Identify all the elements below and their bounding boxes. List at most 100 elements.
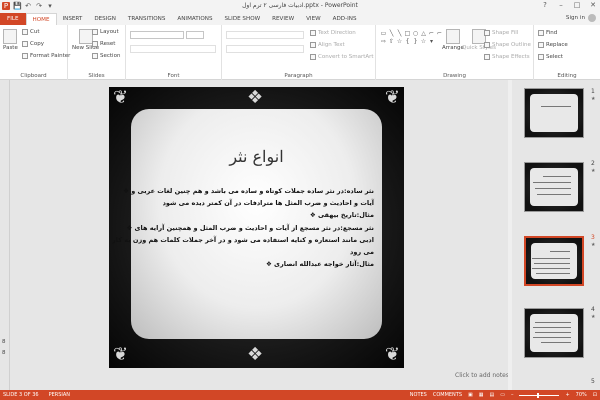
list-buttons-row[interactable] [226,31,304,39]
slide-body[interactable]: نثر ساده:در نثر ساده جملات کوتاه و ساده … [112,185,374,270]
format-painter-button[interactable]: Format Painter [22,53,70,59]
slideshow-view-icon[interactable]: ▭ [500,390,505,400]
sign-in[interactable]: Sign in [566,14,596,22]
line-shape-icon[interactable]: ╲ [396,30,403,37]
minimize-button[interactable]: – [556,1,566,9]
thumbnail-slide-4[interactable] [524,308,584,358]
align-buttons-row[interactable] [226,45,304,53]
arrow-shape-icon[interactable]: ⇨ [380,38,387,45]
brace-shape-icon[interactable]: { [404,38,411,45]
thumbnail-line [550,251,570,252]
brace-shape-icon[interactable]: } [412,38,419,45]
sorter-view-icon[interactable]: ▦ [479,390,484,400]
more-shapes-icon[interactable]: ▾ [428,38,435,45]
cut-icon [22,29,28,35]
cut-button[interactable]: Cut [22,29,39,35]
notes-pane[interactable]: Click to add notes [109,370,509,380]
thumbnail-number: 5 [591,378,595,385]
ruler-mark: 8 [2,339,6,345]
tab-transitions[interactable]: TRANSITIONS [122,13,172,25]
ornament-icon: ❦ [113,344,129,365]
font-size-combo[interactable] [186,31,204,39]
shape-effects-button[interactable]: Shape Effects [484,54,530,60]
rect-shape-icon[interactable]: □ [404,30,411,37]
layout-button[interactable]: Layout [92,29,119,35]
slides-group: New Slide Layout Reset Section Slides [68,25,126,80]
reading-view-icon[interactable]: ▤ [490,390,495,400]
main-area: 8 8 ❦ ❦ ❦ ❦ ❖ ❖ انواع نثر نثر ساده:در نث… [0,80,600,390]
thumbnail-line [534,263,570,264]
comments-button[interactable]: COMMENTS [433,390,462,400]
shape-outline-button[interactable]: Shape Outline [484,42,531,48]
reset-button[interactable]: Reset [92,41,115,47]
paste-button[interactable]: Paste [3,29,18,51]
body-line: مثال:آثار خواجه عبدالله انصاری ❖ [265,260,374,269]
zoom-out-icon[interactable]: – [511,390,514,400]
replace-button[interactable]: Replace [538,42,568,48]
thumbnail-slide-2[interactable] [524,162,584,212]
thumbnail-number: 4 [591,306,595,313]
text-direction-icon [310,30,316,36]
tab-file[interactable]: FILE [0,13,26,25]
tab-slide-show[interactable]: SLIDE SHOW [219,13,267,25]
tab-insert[interactable]: INSERT [57,13,89,25]
tab-design[interactable]: DESIGN [88,13,122,25]
line-shape-icon[interactable]: ╲ [388,30,395,37]
zoom-thumb[interactable] [537,392,540,398]
tab-add-ins[interactable]: ADD-INS [327,13,363,25]
copy-button[interactable]: Copy [22,41,44,47]
title-bar: P 💾 ↶ ↷ ▾ ادبیات فارسی ۲ ترم اول.pptx - … [0,0,600,13]
normal-view-icon[interactable]: ▣ [468,390,473,400]
align-text-icon [310,42,316,48]
notes-button[interactable]: NOTES [410,390,427,400]
select-icon [538,54,544,60]
oval-shape-icon[interactable]: ○ [412,30,419,37]
thumbnail-slide-3[interactable] [524,236,584,286]
thumbnail-line [535,322,571,323]
font-format-row[interactable] [130,45,216,53]
zoom-slider[interactable] [519,392,560,398]
align-text-button[interactable]: Align Text [310,42,345,48]
language-indicator[interactable]: PERSIAN [49,390,70,400]
arrange-button[interactable]: Arrange [442,29,464,51]
arrow-shape-icon[interactable]: ⇧ [388,38,395,45]
tab-home[interactable]: HOME [25,13,57,25]
thumbnail-line [541,342,571,343]
thumbnail-number: 1 [591,88,595,95]
triangle-shape-icon[interactable]: △ [420,30,427,37]
section-button[interactable]: Section [92,53,120,59]
text-direction-button[interactable]: Text Direction [310,30,356,36]
shapes-gallery[interactable]: ▭ ╲ ╲ □ ○ △ ⌐ ⌐ ⇨ ⇧ ☆{} ☆ ▾ [380,30,442,68]
slide-canvas[interactable]: ❦ ❦ ❦ ❦ ❖ ❖ انواع نثر نثر ساده:در نثر سا… [109,87,404,368]
close-button[interactable]: ✕ [588,1,598,9]
ornament-icon: ❦ [384,87,400,108]
body-line: ادبی مانند استعاره و کنایه استفاده می شو… [112,235,374,244]
textbox-shape-icon[interactable]: ▭ [380,30,387,37]
avatar [588,14,596,22]
zoom-in-icon[interactable]: + [565,390,569,400]
connector-shape-icon[interactable]: ⌐ [428,30,435,37]
tab-review[interactable]: REVIEW [266,13,300,25]
find-button[interactable]: Find [538,30,557,36]
select-button[interactable]: Select [538,54,563,60]
window-controls: ? – □ ✕ [540,1,598,9]
help-button[interactable]: ? [540,1,550,9]
shape-fill-button[interactable]: Shape Fill [484,30,518,36]
slide-counter: SLIDE 3 OF 36 [3,392,39,398]
window-title: ادبیات فارسی ۲ ترم اول.pptx - PowerPoint [242,2,358,9]
convert-smartart-button[interactable]: Convert to SmartArt [310,54,374,60]
thumbnail-slide-1[interactable] [524,88,584,138]
star-shape-icon[interactable]: ☆ [420,38,427,45]
maximize-button[interactable]: □ [572,1,582,9]
drawing-label: Drawing [443,73,466,79]
slide-title[interactable]: انواع نثر [109,147,404,166]
zoom-level[interactable]: 70% [576,390,587,400]
fit-slide-icon[interactable]: ⊡ [593,390,597,400]
body-line: نثر مسجع:در نثر مسجع از آیات و احادیث و … [126,223,374,232]
tab-animations[interactable]: ANIMATIONS [171,13,218,25]
copy-icon [22,41,28,47]
body-line: می رود [350,248,374,257]
font-name-combo[interactable] [130,31,184,39]
tab-view[interactable]: VIEW [300,13,327,25]
star-shape-icon[interactable]: ☆ [396,38,403,45]
